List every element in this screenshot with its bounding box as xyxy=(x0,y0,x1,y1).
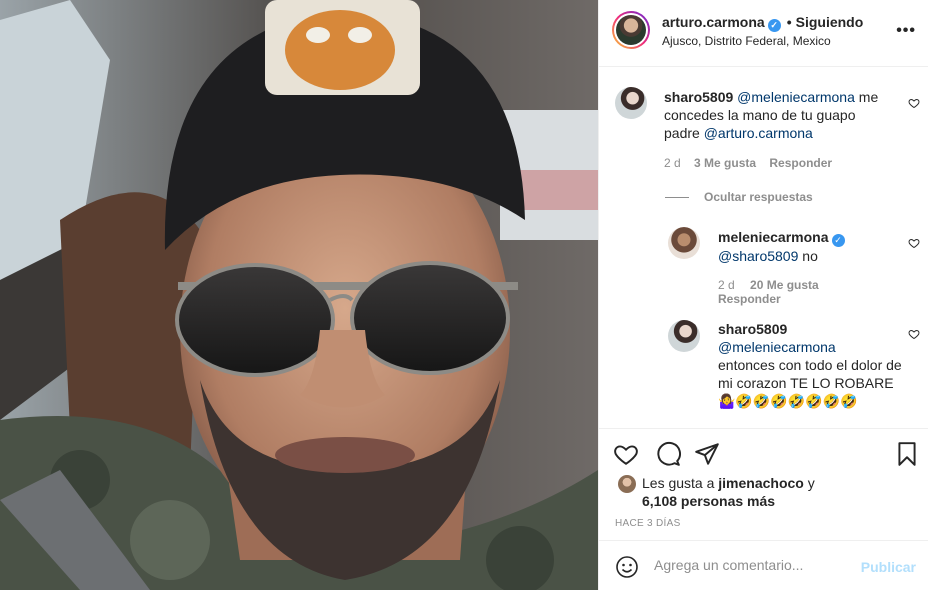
author-avatar[interactable] xyxy=(612,11,650,49)
reply-avatar[interactable] xyxy=(668,227,700,259)
post-location[interactable]: Ajusco, Distrito Federal, Mexico xyxy=(662,34,831,48)
verified-badge-icon: ✓ xyxy=(831,234,845,247)
liker-username[interactable]: jimenachoco xyxy=(718,475,804,491)
add-comment-bar: Publicar xyxy=(599,540,928,591)
save-bookmark-icon[interactable] xyxy=(894,441,920,467)
replies-divider xyxy=(665,197,689,198)
reply-age[interactable]: 2 d xyxy=(718,278,735,292)
comment-input[interactable] xyxy=(654,557,844,573)
reply-text: entonces con todo el dolor de mi corazon… xyxy=(718,357,902,409)
reply-text: no xyxy=(798,248,818,264)
reply-button[interactable]: Responder xyxy=(718,292,781,306)
comment-bubble-icon[interactable] xyxy=(655,441,681,467)
likes-others-count[interactable]: 6,108 personas más xyxy=(642,493,775,509)
separator-dot: • xyxy=(786,14,792,30)
reply-meta: 2 d 20 Me gusta Responder xyxy=(718,278,819,306)
share-paper-plane-icon[interactable] xyxy=(694,441,720,467)
like-heart-icon[interactable] xyxy=(613,441,639,467)
comment-age[interactable]: 2 d xyxy=(664,156,681,170)
hide-replies-button[interactable]: Ocultar respuestas xyxy=(704,190,813,204)
comments-list[interactable]: sharo5809 @meleniecarmona me concedes la… xyxy=(599,67,928,427)
post-header: arturo.carmona ✓ • Siguiendo Ajusco, Distri… xyxy=(599,0,928,67)
emoji-icon[interactable] xyxy=(615,555,639,579)
author-username-row: arturo.carmona ✓ • Siguiendo xyxy=(662,14,863,32)
verified-badge-icon: ✓ xyxy=(767,19,781,32)
reply-button[interactable]: Responder xyxy=(769,156,832,170)
like-comment-heart-icon[interactable] xyxy=(908,97,920,109)
more-options-icon[interactable]: ••• xyxy=(896,22,916,40)
following-button[interactable]: Siguiendo xyxy=(796,14,864,30)
likes-suffix: y xyxy=(803,475,815,491)
post-actions: Les gusta a jimenachoco y 6,108 personas… xyxy=(599,428,928,541)
comment-mention[interactable]: @meleniecarmona xyxy=(737,89,855,105)
like-reply-heart-icon[interactable] xyxy=(908,237,920,249)
reply-body: meleniecarmona ✓ @sharo5809 no xyxy=(718,228,898,265)
author-username[interactable]: arturo.carmona xyxy=(662,14,765,30)
reply-mention[interactable]: @meleniecarmona xyxy=(718,339,836,355)
selfie-image xyxy=(0,0,598,590)
comment-meta: 2 d 3 Me gusta Responder xyxy=(664,156,832,170)
likes-summary: Les gusta a jimenachoco y 6,108 personas… xyxy=(642,474,922,510)
liker-avatar[interactable] xyxy=(618,475,636,493)
comment-avatar[interactable] xyxy=(615,87,647,119)
post-dialog: arturo.carmona ✓ • Siguiendo Ajusco, Distri… xyxy=(0,0,928,590)
likes-prefix: Les gusta a xyxy=(642,475,719,491)
reply-mention[interactable]: @sharo5809 xyxy=(718,248,798,264)
comment-body: sharo5809 @meleniecarmona me concedes la… xyxy=(664,88,894,142)
comment-username[interactable]: sharo5809 xyxy=(664,89,733,105)
comment-mention-2[interactable]: @arturo.carmona xyxy=(704,125,813,141)
reply-avatar[interactable] xyxy=(668,320,700,352)
publish-button[interactable]: Publicar xyxy=(861,559,916,575)
post-photo[interactable] xyxy=(0,0,598,590)
reply-username[interactable]: sharo5809 xyxy=(718,321,787,337)
post-time-ago[interactable]: HACE 3 DÍAS xyxy=(615,518,681,529)
post-sidebar: arturo.carmona ✓ • Siguiendo Ajusco, Distri… xyxy=(598,0,928,590)
reply-username[interactable]: meleniecarmona xyxy=(718,229,829,245)
comment-likes[interactable]: 3 Me gusta xyxy=(694,156,756,170)
like-reply-heart-icon[interactable] xyxy=(908,328,920,340)
reply-body: sharo5809 @meleniecarmona entonces con t… xyxy=(718,320,903,410)
reply-likes[interactable]: 20 Me gusta xyxy=(750,278,819,292)
